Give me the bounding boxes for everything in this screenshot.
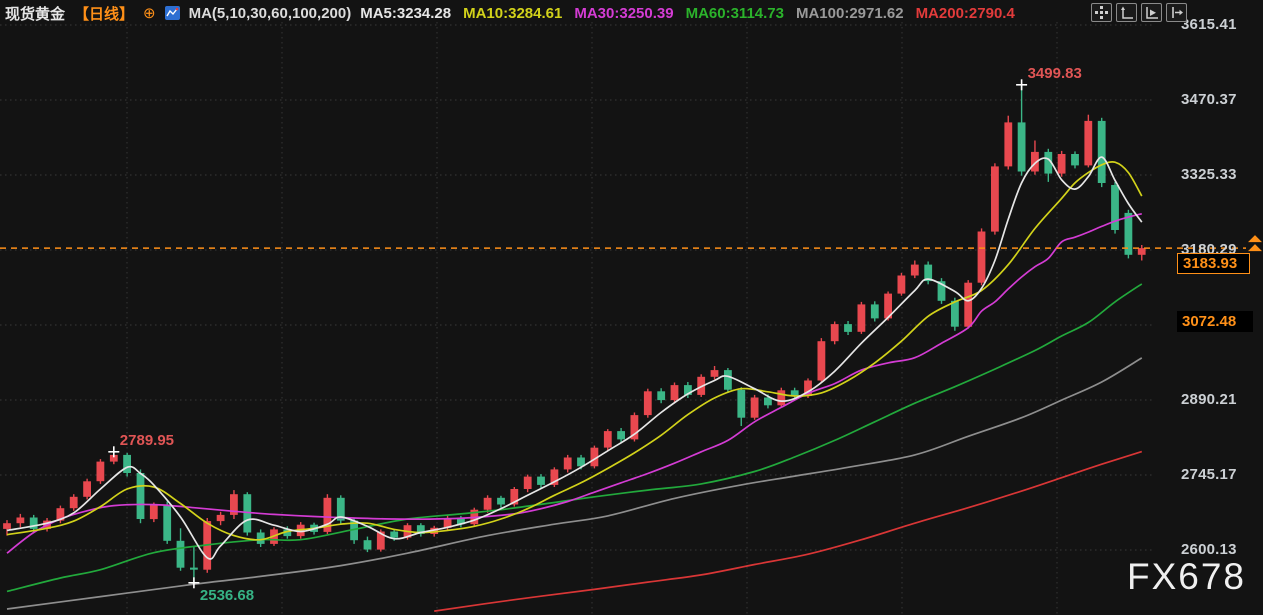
candle-body [751, 398, 759, 418]
candle-body [644, 391, 652, 415]
candle-body [1018, 122, 1026, 171]
candle-body [484, 498, 492, 510]
candlestick-chart-icon [165, 6, 180, 20]
ma-legend-item: MA200:2790.4 [916, 5, 1015, 22]
candle-body [871, 304, 879, 318]
secondary-price-label: 3072.48 [1177, 311, 1253, 332]
extreme-price-annotation: 2789.95 [120, 432, 174, 449]
candle-body [150, 505, 158, 519]
candle-body [724, 370, 732, 390]
price-arrow-icon [1248, 235, 1262, 242]
arrow-out-icon [1169, 5, 1184, 20]
candle-body [257, 533, 265, 544]
pop-out-button[interactable] [1166, 3, 1187, 22]
candle-body [163, 505, 171, 541]
y-axis-label: 3470.37 [1181, 92, 1237, 108]
ma-summary-label: MA(5,10,30,60,100,200) [189, 5, 352, 22]
chart-header: 现货黄金 【日线】 ⊕ MA(5,10,30,60,100,200) MA5:3… [0, 2, 1263, 24]
expand-icon[interactable]: ⊕ [143, 6, 156, 21]
candle-body [991, 166, 999, 231]
ma-line-ma30 [7, 214, 1142, 553]
candle-body [1138, 248, 1146, 255]
ma-legend-item: MA100:2971.62 [796, 5, 904, 22]
candle-body [190, 568, 198, 570]
candle-body [70, 497, 78, 508]
extreme-price-annotation: 3499.83 [1028, 65, 1082, 82]
candle-body [564, 458, 572, 470]
candle-body [711, 370, 719, 377]
candle-body [1071, 154, 1079, 165]
candle-body [497, 498, 505, 505]
scale-axes-button[interactable] [1116, 3, 1137, 22]
candle-body [604, 431, 612, 448]
candle-body [390, 532, 398, 538]
candle-body [17, 518, 25, 524]
y-axis-label: 3325.33 [1181, 167, 1237, 183]
candle-body [898, 276, 906, 294]
candle-body [1058, 154, 1066, 174]
extreme-price-annotation: 2536.68 [200, 587, 254, 604]
candle-body [1084, 121, 1092, 165]
candle-body [818, 341, 826, 380]
move-crosshair-button[interactable] [1091, 3, 1112, 22]
candle-body [97, 462, 105, 482]
candle-body [1004, 122, 1012, 166]
candle-body [978, 232, 986, 283]
ma-legend-item: MA60:3114.73 [686, 5, 784, 22]
price-chart-canvas[interactable]: 3499.83 2789.95 2536.68 [0, 0, 1263, 615]
candle-body [177, 541, 185, 568]
candle-body [964, 283, 972, 327]
y-axis-label: 2600.13 [1181, 542, 1237, 558]
timeframe-tag[interactable]: 【日线】 [74, 3, 134, 24]
candle-body [737, 390, 745, 418]
candle-body [1098, 121, 1106, 183]
scale-axes-icon [1119, 5, 1134, 20]
ma-legend-item: MA10:3284.61 [463, 5, 562, 22]
play-axes-icon [1144, 5, 1159, 20]
candle-body [671, 385, 679, 400]
last-price-label: 3183.93 [1177, 253, 1250, 274]
instrument-title: 现货黄金 [5, 3, 65, 24]
ma-line-ma100 [7, 358, 1142, 609]
y-axis-label: 2745.17 [1181, 467, 1237, 483]
candle-body [524, 477, 532, 489]
price-arrow-icon [1248, 244, 1262, 251]
candle-body [951, 301, 959, 327]
candle-body [844, 324, 852, 332]
candle-body [83, 481, 91, 497]
auto-scroll-button[interactable] [1141, 3, 1162, 22]
ma-legend-item: MA30:3250.39 [574, 5, 673, 22]
ma-legend: MA5:3234.28 MA10:3284.61 MA30:3250.39 MA60:… [360, 5, 1015, 22]
candle-body [537, 477, 545, 485]
candle-body [137, 473, 145, 519]
candle-body [764, 398, 772, 406]
candle-body [123, 455, 131, 473]
candle-body [217, 515, 225, 521]
candle-body [911, 265, 919, 276]
candle-body [617, 431, 625, 439]
ma-legend-item: MA5:3234.28 [360, 5, 451, 22]
ma-line-ma10 [7, 162, 1142, 540]
candle-body [3, 523, 11, 529]
candle-body [657, 391, 665, 400]
candle-body [1111, 185, 1119, 230]
candle-body [364, 540, 372, 549]
chart-window: 3499.83 2789.95 2536.68 现货黄金 【日线】 ⊕ MA(5,1… [0, 0, 1263, 615]
candle-body [777, 390, 785, 405]
move-crosshair-icon [1094, 5, 1109, 20]
y-axis-label: 2890.21 [1181, 392, 1237, 408]
candle-body [858, 304, 866, 331]
chart-toolbar [1091, 3, 1187, 22]
candle-body [831, 324, 839, 341]
